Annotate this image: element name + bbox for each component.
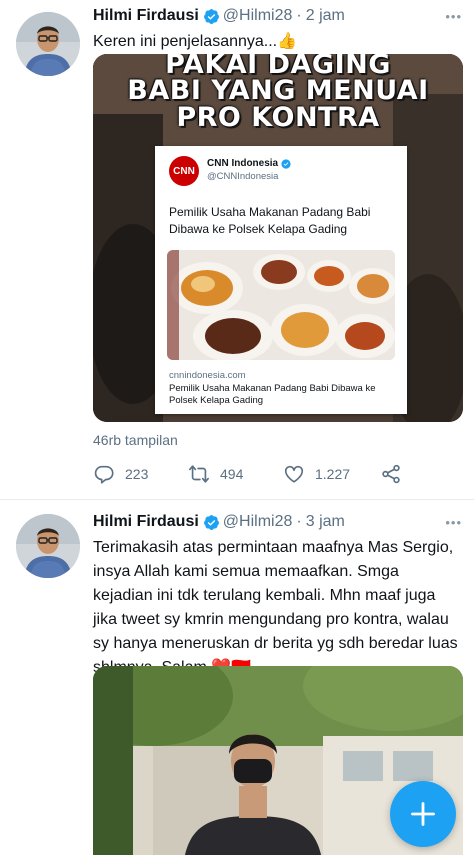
more-options-icon[interactable]: ••• (445, 515, 462, 530)
tweet-header: Hilmi Firdausi @Hilmi28 · 3 jam ••• (93, 510, 462, 534)
reply-count: 223 (125, 466, 149, 482)
food-photo (167, 250, 395, 360)
verified-badge-icon (203, 8, 219, 24)
embedded-account-name-text: CNN Indonesia (207, 158, 279, 169)
overlay-title-line-3: PRO KONTRA (176, 102, 380, 133)
share-button[interactable] (380, 463, 402, 485)
tweet[interactable]: Hilmi Firdausi @Hilmi28 · 2 jam ••• Kere… (0, 0, 474, 500)
retweet-button[interactable]: 494 (188, 463, 243, 485)
share-icon (382, 464, 400, 484)
author-handle[interactable]: @Hilmi28 (223, 7, 293, 25)
cnn-logo: CNN (169, 156, 199, 186)
tweet-timestamp[interactable]: 3 jam (306, 513, 345, 531)
author-name[interactable]: Hilmi Firdausi (93, 513, 199, 531)
plus-icon (411, 802, 435, 826)
retweet-count: 494 (220, 466, 244, 482)
compose-tweet-button[interactable] (390, 781, 456, 847)
author-name[interactable]: Hilmi Firdausi (93, 7, 199, 25)
like-count: 1.227 (315, 466, 351, 482)
tweet-header: Hilmi Firdausi @Hilmi28 · 2 jam ••• (93, 4, 462, 28)
link-title: Pemilik Usaha Makanan Padang Babi Dibawa… (169, 383, 376, 406)
retweet-icon (189, 465, 209, 483)
heart-icon (284, 465, 304, 483)
tweet-content: Hilmi Firdausi @Hilmi28 · 3 jam ••• Teri… (93, 510, 462, 680)
tweet-content: Hilmi Firdausi @Hilmi28 · 2 jam ••• Kere… (93, 4, 462, 54)
embedded-account-name: CNN Indonesia (207, 158, 291, 169)
link-domain: cnnindonesia.com (169, 370, 246, 381)
reply-icon (94, 465, 114, 484)
like-button[interactable]: 1.227 (283, 463, 350, 485)
separator-dot: · (296, 513, 302, 530)
embedded-tweet-card: CNN CNN Indonesia @CNNIndonesia Pemilik … (155, 146, 407, 414)
embedded-account-handle: @CNNIndonesia (207, 171, 279, 182)
tweet-actions: 223 494 1.227 (93, 460, 413, 488)
tweet-text: Terimakasih atas permintaan maafnya Mas … (93, 539, 458, 676)
author-handle[interactable]: @Hilmi28 (223, 513, 293, 531)
embedded-tweet-text: Pemilik Usaha Makanan Padang Babi Dibawa… (169, 205, 371, 236)
reply-button[interactable]: 223 (93, 463, 148, 485)
view-count: 46rb tampilan (93, 432, 178, 448)
more-options-icon[interactable]: ••• (445, 9, 462, 24)
tweet-media-image[interactable]: PAKAI DAGING BABI YANG MENUAI PRO KONTRA… (93, 54, 463, 422)
verified-badge-icon (203, 514, 219, 530)
separator-dot: · (296, 7, 302, 24)
avatar[interactable] (16, 12, 80, 76)
tweet-text: Keren ini penjelasannya...👍 (93, 33, 298, 50)
verified-badge-icon (281, 158, 291, 169)
tweet-timestamp[interactable]: 2 jam (306, 7, 345, 25)
avatar[interactable] (16, 514, 80, 578)
